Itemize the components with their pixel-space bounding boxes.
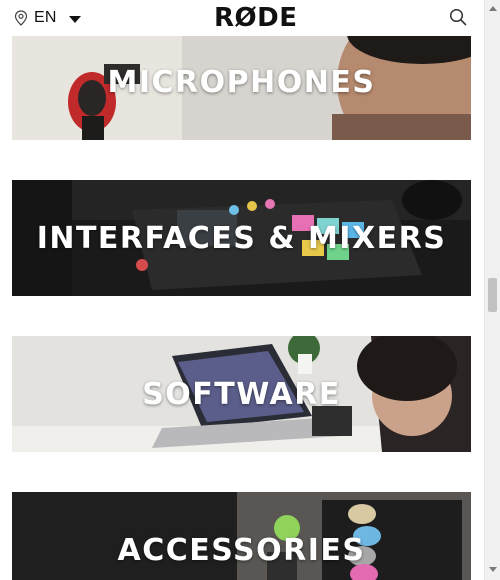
language-selector[interactable]: EN [14, 7, 81, 29]
site-header: EN RØDE [0, 0, 484, 36]
chevron-down-icon [68, 16, 81, 23]
category-label: ACCESSORIES [117, 532, 366, 568]
scroll-up-icon[interactable] [489, 6, 497, 11]
category-list: MICROPHONES INTERFACES & MIXERS SOFTWARE… [0, 0, 484, 580]
category-card-interfaces-mixers[interactable]: INTERFACES & MIXERS [12, 180, 471, 296]
rode-logo[interactable]: RØDE [214, 3, 297, 33]
language-code: EN [34, 9, 57, 26]
search-icon[interactable] [449, 8, 467, 26]
scroll-thumb[interactable] [488, 278, 497, 312]
location-pin-icon [14, 10, 28, 26]
category-card-software[interactable]: SOFTWARE [12, 336, 471, 452]
category-label: SOFTWARE [142, 376, 341, 412]
category-card-microphones[interactable]: MICROPHONES [12, 24, 471, 140]
category-label: INTERFACES & MIXERS [36, 220, 447, 256]
page-scrollbar[interactable] [484, 0, 500, 580]
category-card-accessories[interactable]: ACCESSORIES [12, 492, 471, 580]
category-label: MICROPHONES [107, 64, 376, 100]
scroll-down-icon[interactable] [489, 567, 497, 572]
